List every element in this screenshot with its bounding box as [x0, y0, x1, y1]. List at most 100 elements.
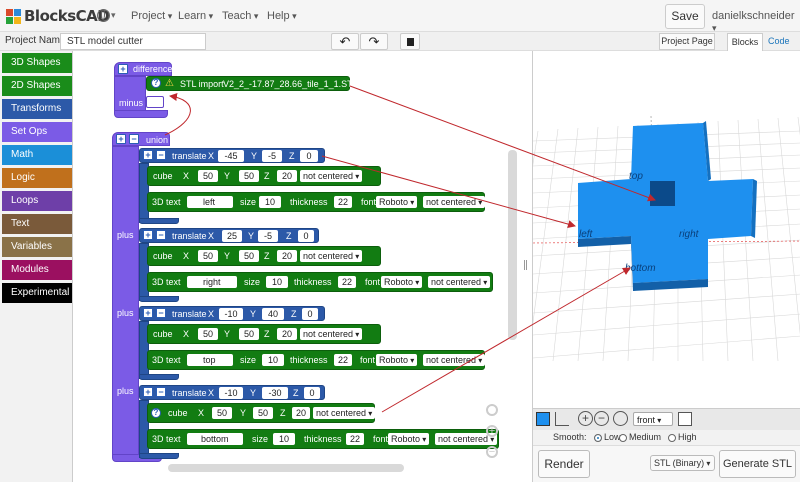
tab-code[interactable]: Code [768, 36, 790, 46]
cube-centered-dropdown[interactable]: not centered [300, 250, 363, 262]
translate-add-icon[interactable]: + [143, 387, 153, 397]
translate-remove-icon[interactable]: − [156, 230, 166, 240]
cube-x-field[interactable]: 50 [198, 328, 218, 340]
translate-x-field[interactable]: -10 [219, 387, 243, 399]
cube-z-field[interactable]: 20 [277, 250, 297, 262]
cube-y-field[interactable]: 50 [239, 250, 259, 262]
cube-x-field[interactable]: 50 [198, 250, 218, 262]
user-menu[interactable]: danielkschneider [712, 10, 800, 34]
radio-high[interactable] [668, 433, 676, 442]
smooth-medium-option[interactable]: Medium [613, 432, 661, 442]
help-icon[interactable]: ? [151, 408, 161, 418]
text3d-size-field[interactable]: 10 [273, 433, 295, 445]
recenter-icon[interactable] [486, 404, 498, 416]
cube-centered-dropdown[interactable]: not centered [300, 328, 363, 340]
toolbox-loops[interactable]: Loops [2, 191, 72, 211]
format-dropdown[interactable]: STL (Binary) [650, 455, 715, 471]
zoom-out-icon[interactable]: − [594, 411, 609, 426]
text3d-thickness-field[interactable]: 22 [338, 276, 356, 288]
generate-stl-button[interactable]: Generate STL [719, 450, 796, 478]
text3d-font-dropdown[interactable]: Roboto [381, 276, 423, 288]
text3d-string-field[interactable]: left [187, 196, 233, 208]
project-name-input[interactable]: STL model cutter [60, 33, 206, 50]
union-add-icon[interactable]: + [116, 134, 126, 144]
translate-x-field[interactable]: -45 [218, 150, 244, 162]
toolbox-set-ops[interactable]: Set Ops [2, 122, 72, 142]
menu-project[interactable]: Project [131, 10, 172, 22]
toolbox-math[interactable]: Math [2, 145, 72, 165]
view-dropdown[interactable]: front [633, 412, 673, 426]
translate-y-field[interactable]: -5 [262, 150, 282, 162]
workspace-horizontal-scrollbar[interactable] [168, 464, 404, 472]
cube-y-field[interactable]: 50 [239, 170, 259, 182]
project-page-button[interactable]: Project Page [659, 33, 715, 50]
toolbox-modules[interactable]: Modules [2, 260, 72, 280]
zoom-out-icon[interactable]: − [486, 446, 498, 458]
translate-y-field[interactable]: -5 [258, 230, 278, 242]
menu-learn[interactable]: Learn [178, 10, 213, 22]
toolbox-3d-shapes[interactable]: 3D Shapes [2, 53, 72, 73]
translate-z-field[interactable]: 0 [300, 150, 318, 162]
cube-centered-dropdown[interactable]: not centered [300, 170, 363, 182]
translate-y-field[interactable]: -30 [262, 387, 288, 399]
translate-add-icon[interactable]: + [143, 308, 153, 318]
save-button[interactable]: Save [665, 4, 705, 29]
cube-z-field[interactable]: 20 [277, 328, 297, 340]
minus-slot[interactable] [146, 96, 164, 108]
union-remove-icon[interactable]: − [129, 134, 139, 144]
text3d-font-dropdown[interactable]: Roboto [376, 196, 418, 208]
translate-remove-icon[interactable]: − [156, 308, 166, 318]
globe-icon[interactable] [97, 9, 110, 22]
render-button[interactable]: Render [538, 450, 590, 478]
center-view-icon[interactable] [613, 411, 628, 426]
cube-y-field[interactable]: 50 [253, 407, 273, 419]
translate-z-field[interactable]: 0 [298, 230, 314, 242]
toolbox-logic[interactable]: Logic [2, 168, 72, 188]
language-caret-icon[interactable]: ▾ [111, 10, 116, 21]
text3d-string-field[interactable]: top [187, 354, 233, 366]
toolbox-experimental[interactable]: Experimental [2, 283, 72, 303]
text3d-thickness-field[interactable]: 22 [346, 433, 364, 445]
help-icon[interactable]: ? [151, 78, 161, 88]
text3d-string-field[interactable]: right [187, 276, 237, 288]
text3d-font-dropdown[interactable]: Roboto [388, 433, 430, 445]
translate-add-icon[interactable]: + [143, 150, 153, 160]
translate-z-field[interactable]: 0 [304, 387, 320, 399]
cube-x-field[interactable]: 50 [198, 170, 218, 182]
smooth-high-option[interactable]: High [662, 432, 697, 442]
toolbox-2d-shapes[interactable]: 2D Shapes [2, 76, 72, 96]
cube-centered-dropdown[interactable]: not centered [313, 407, 376, 419]
text3d-size-field[interactable]: 10 [259, 196, 281, 208]
workspace-vertical-scrollbar[interactable] [508, 150, 517, 340]
delete-button[interactable] [400, 33, 420, 50]
toolbox-text[interactable]: Text [2, 214, 72, 234]
menu-help[interactable]: Help [267, 10, 297, 22]
translate-add-icon[interactable]: + [143, 230, 153, 240]
translate-x-field[interactable]: 25 [222, 230, 242, 242]
panel-resize-handle[interactable] [524, 260, 527, 270]
translate-z-field[interactable]: 0 [302, 308, 318, 320]
menu-teach[interactable]: Teach [222, 10, 258, 22]
text3d-centered-dropdown[interactable]: not centered [423, 196, 486, 208]
text3d-size-field[interactable]: 10 [262, 354, 284, 366]
text3d-thickness-field[interactable]: 22 [334, 196, 352, 208]
radio-low[interactable] [594, 433, 602, 442]
cube-x-field[interactable]: 50 [212, 407, 232, 419]
toolbox-variables[interactable]: Variables [2, 237, 72, 257]
text3d-centered-dropdown[interactable]: not centered [428, 276, 491, 288]
axes-icon[interactable] [555, 412, 569, 426]
translate-y-field[interactable]: 40 [262, 308, 284, 320]
translate-remove-icon[interactable]: − [156, 150, 166, 160]
zoom-in-icon[interactable]: + [486, 425, 498, 437]
radio-medium[interactable] [619, 433, 627, 442]
toolbox-transforms[interactable]: Transforms [2, 99, 72, 119]
cube-z-field[interactable]: 20 [277, 170, 297, 182]
translate-x-field[interactable]: -10 [219, 308, 243, 320]
translate-remove-icon[interactable]: − [156, 387, 166, 397]
zoom-in-icon[interactable]: + [578, 411, 593, 426]
text3d-size-field[interactable]: 10 [266, 276, 288, 288]
difference-mutator-icon[interactable]: + [118, 64, 128, 74]
color-picker-swatch[interactable] [536, 412, 550, 426]
blockscad-logo[interactable]: BlocksCAD [6, 6, 110, 26]
cube-y-field[interactable]: 50 [239, 328, 259, 340]
